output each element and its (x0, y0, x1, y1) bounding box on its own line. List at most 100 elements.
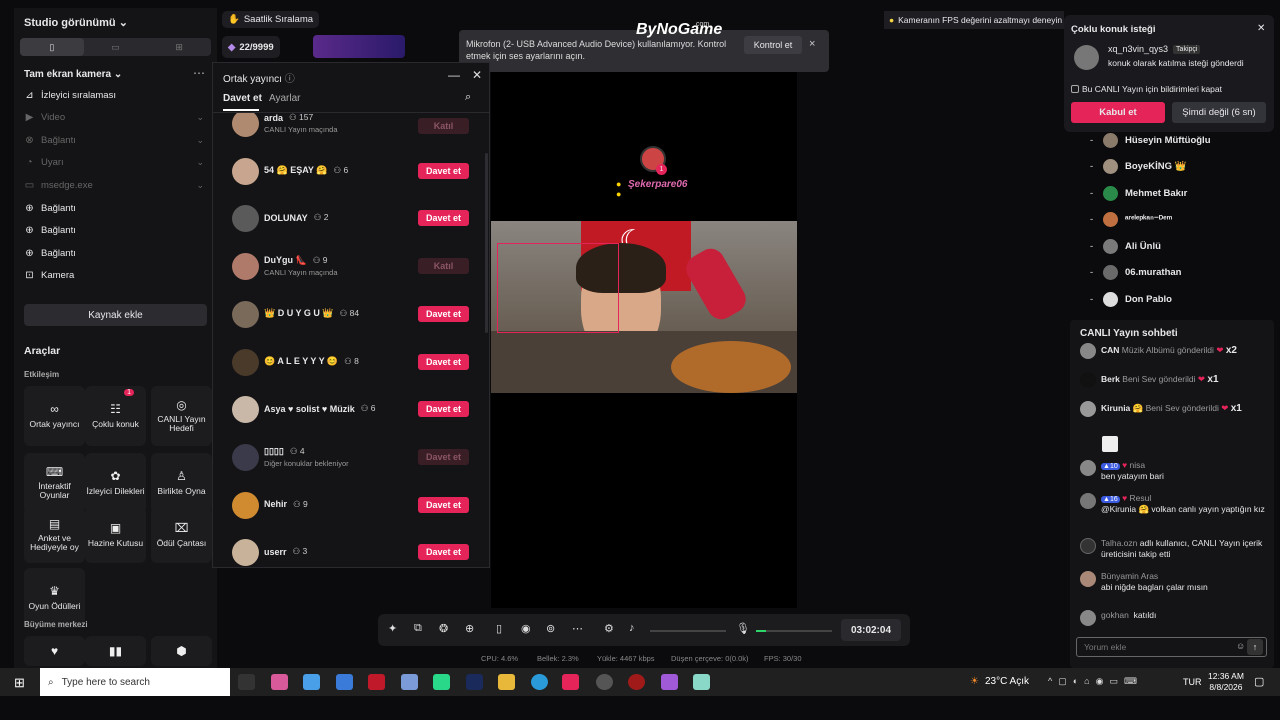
app-icon[interactable] (466, 674, 483, 690)
close-icon[interactable]: × (809, 38, 815, 50)
phone-icon[interactable]: ▯ (20, 38, 84, 56)
desktop-icon[interactable]: ▭ (84, 38, 148, 56)
volume-slider[interactable] (650, 630, 726, 632)
app-icon[interactable] (628, 674, 645, 690)
not-now-button[interactable]: Şimdi değil (6 sn) (1172, 102, 1266, 123)
app-icon[interactable] (401, 674, 418, 690)
growth-tool-3[interactable]: ⬢ (151, 636, 212, 666)
mic-icon[interactable]: 🎙 (736, 622, 750, 635)
scrollbar[interactable] (485, 153, 488, 333)
source-item[interactable]: ⊕ Bağlantı (24, 245, 204, 261)
source-item[interactable]: ⊗ Bağlantı ⌄ (24, 132, 204, 148)
viewer-row[interactable]: - ᵃʳᵉˡᵉᵖᵏᵃⁿ⁻ᴰᵉᵐ (1090, 211, 1172, 229)
hourly-ranking-pill[interactable]: ✋ Saatlik Sıralama (222, 11, 320, 28)
store-icon[interactable] (303, 674, 320, 690)
taskbar-search[interactable]: ⌕ Type here to search (40, 668, 230, 696)
accept-button[interactable]: Kabul et (1071, 102, 1165, 123)
tab-settings[interactable]: Ayarlar (269, 93, 301, 104)
invite-button[interactable]: Davet et (418, 544, 469, 561)
viewer-row[interactable]: - BoyeKİNG 👑 (1090, 158, 1186, 176)
windows-start-icon[interactable]: ⊞ (14, 675, 25, 691)
mic-slider[interactable] (756, 630, 832, 632)
source-item[interactable]: ▭ msedge.exe ⌄ (24, 177, 204, 193)
app-icon[interactable] (433, 674, 450, 690)
magic-icon[interactable]: ✦ (388, 622, 397, 635)
tool-cohost[interactable]: ∞ Ortak yayıncı (24, 386, 85, 446)
effects-icon[interactable]: ❂ (439, 622, 448, 635)
selection-box[interactable] (497, 243, 619, 333)
invite-button[interactable]: Davet et (418, 353, 469, 370)
clock[interactable]: 12:36 AM 8/8/2026 (1208, 671, 1244, 693)
growth-tool-1[interactable]: ♥ (24, 636, 85, 666)
view-dropdown[interactable]: Studio görünümü ⌄ (24, 16, 128, 29)
source-item[interactable]: ⊡ Kamera (24, 268, 204, 284)
mute-checkbox[interactable] (1071, 85, 1079, 93)
viewer-row[interactable]: - Hüseyin Müftüoğlu (1090, 131, 1211, 149)
app-icon[interactable] (368, 674, 385, 690)
tray-icons[interactable]: ^▢◐⌂◉▭⌨ (1048, 676, 1143, 687)
close-icon[interactable]: ✕ (1257, 23, 1265, 34)
emoji-icon[interactable]: ☺ (1236, 641, 1245, 651)
task-view-icon[interactable] (238, 674, 255, 690)
device-toggle[interactable]: ▯ ▭ ⊞ (20, 38, 211, 56)
tool-person[interactable]: ♙ Birlikte Oyna (151, 453, 212, 513)
tool-poll[interactable]: ▤ Anket ve Hediyeyle oy (24, 507, 85, 563)
source-item[interactable]: ⊕ Bağlantı (24, 200, 204, 216)
app-icon[interactable] (693, 674, 710, 690)
cohost-list[interactable]: arda ⚇ 157 CANLI Yayın maçında Katıl 54 🤗 E… (213, 113, 489, 567)
settings-icon[interactable]: ⚙ (604, 622, 614, 635)
invite-button[interactable]: Davet et (418, 401, 469, 418)
tool-multi-guest[interactable]: ☷ Çoklu konuk 1 (85, 386, 146, 446)
folder-icon[interactable] (498, 674, 515, 690)
join-button[interactable]: Katıl (418, 258, 469, 275)
language[interactable]: TUR (1183, 677, 1202, 687)
notification-icon[interactable]: ▢ (1254, 675, 1264, 688)
capture-icon[interactable]: ⊚ (546, 622, 555, 635)
join-button[interactable]: Katıl (418, 118, 469, 134)
send-icon[interactable]: ↑ (1247, 639, 1263, 655)
source-item[interactable]: ⊕ Bağlantı (24, 223, 204, 239)
weather[interactable]: ☀ 23°C Açık (970, 676, 1029, 687)
layers-icon[interactable]: ⧉ (414, 622, 422, 635)
scene-title[interactable]: Tam ekran kamera ⌄ (24, 69, 122, 80)
app-icon[interactable] (661, 674, 678, 690)
volume-icon[interactable]: ♪ (629, 622, 635, 634)
source-item[interactable]: ◔ Uyarı ⌄ (24, 155, 204, 171)
record-icon[interactable]: ◉ (521, 622, 531, 635)
viewer-row[interactable]: - 06.murathan (1090, 264, 1182, 282)
tiktok-icon[interactable] (562, 674, 579, 690)
chevron-down-icon[interactable]: ⌄ (196, 135, 204, 146)
help-icon[interactable]: ⓘ (285, 74, 295, 85)
close-icon[interactable]: ✕ (472, 68, 482, 82)
copilot-icon[interactable] (271, 674, 288, 690)
check-button[interactable]: Kontrol et (744, 36, 802, 54)
source-item[interactable]: ⊿ İzleyici sıralaması (24, 87, 204, 103)
tool-trophy[interactable]: ♛ Oyun Ödülleri (24, 568, 85, 628)
tool-gift[interactable]: ✿ İzleyici Dilekleri (85, 453, 146, 513)
invite-button[interactable]: Davet et (418, 305, 469, 322)
tab-invite[interactable]: Davet et (223, 93, 262, 104)
tool-gamepad[interactable]: ⌨ İnteraktif Oyunlar (24, 453, 85, 513)
chevron-down-icon[interactable]: ⌄ (196, 112, 204, 123)
invite-button[interactable]: Davet et (418, 210, 469, 227)
minimize-icon[interactable]: — (448, 68, 460, 82)
invite-button[interactable]: Davet et (418, 496, 469, 513)
tool-target[interactable]: ◎ CANLI Yayın Hedefi (151, 386, 212, 446)
mail-icon[interactable] (336, 674, 353, 690)
add-source-button[interactable]: Kaynak ekle (24, 304, 207, 326)
viewer-row[interactable]: - Ali Ünlü (1090, 237, 1161, 255)
tool-treasure[interactable]: ▣ Hazine Kutusu (85, 507, 146, 563)
source-item[interactable]: ▶ Video ⌄ (24, 110, 204, 126)
viewer-row[interactable]: - Don Pablo (1090, 290, 1172, 308)
more-icon[interactable]: ⋯ (193, 66, 205, 80)
app-icon[interactable] (596, 674, 613, 690)
growth-tool-2[interactable]: ▮▮ (85, 636, 146, 666)
more-icon[interactable]: ⋯ (572, 622, 583, 635)
chevron-down-icon[interactable]: ⌄ (196, 180, 204, 191)
invite-button[interactable]: Davet et (418, 448, 469, 465)
edge-icon[interactable] (531, 674, 548, 690)
layout-icon[interactable]: ⊞ (147, 38, 211, 56)
tool-bag[interactable]: ⌧ Ödül Çantası (151, 507, 212, 563)
search-icon[interactable]: ⌕ (465, 91, 471, 104)
phone-icon[interactable]: ▯ (496, 622, 502, 635)
